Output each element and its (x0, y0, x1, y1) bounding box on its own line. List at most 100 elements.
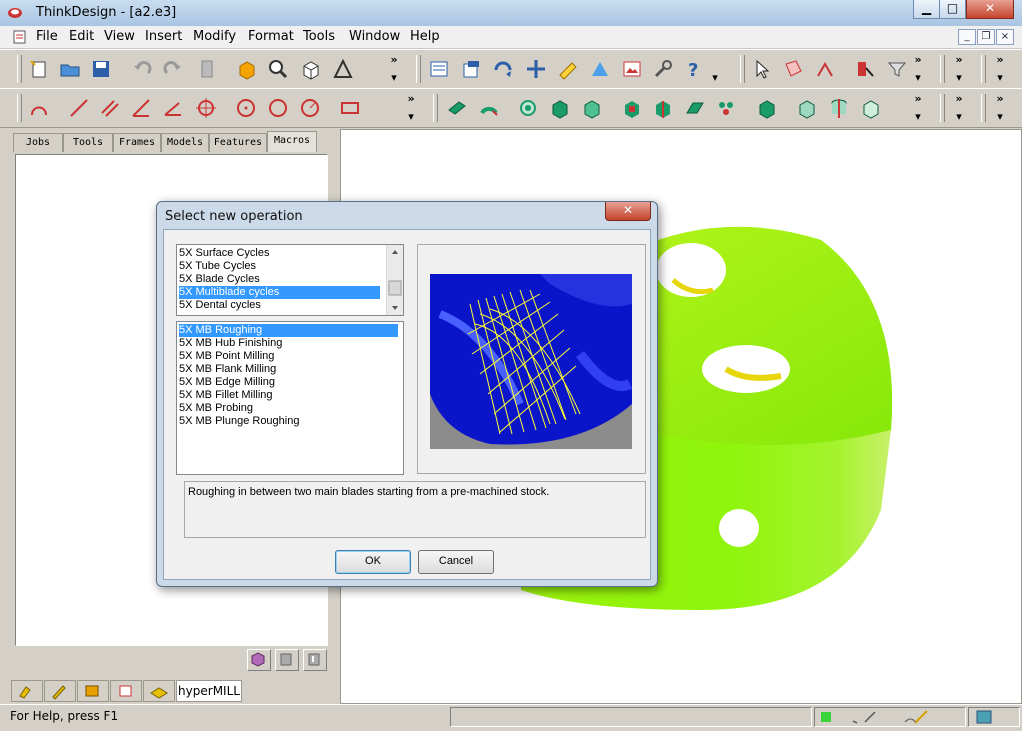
list-item[interactable]: 5X Blade Cycles (179, 273, 260, 286)
select-face-icon[interactable] (782, 58, 804, 80)
list-item[interactable]: 5X MB Flank Milling (179, 363, 276, 376)
list-item[interactable]: 5X MB Plunge Roughing (179, 415, 299, 428)
tab-layers-browser[interactable] (143, 680, 175, 702)
tab-macros[interactable]: Macros (267, 131, 317, 152)
toolbar-grip[interactable] (740, 55, 745, 83)
toolbar-grip[interactable] (981, 55, 986, 83)
toolbar-dropdown[interactable]: ▾ (709, 72, 721, 83)
new-file-icon[interactable] (28, 58, 50, 80)
toolbar-dropdown[interactable]: ▾ (953, 111, 965, 122)
tab-features-browser[interactable] (77, 680, 109, 702)
toolbar-dropdown[interactable]: ▾ (912, 111, 924, 122)
chamfer-solid-icon[interactable] (581, 97, 603, 119)
toolbar-grip[interactable] (981, 94, 986, 122)
toolbar-dropdown[interactable]: ▾ (912, 72, 924, 83)
toolbar-dropdown[interactable]: ▾ (994, 111, 1006, 122)
list-item[interactable]: 5X MB Hub Finishing (179, 337, 282, 350)
crosshair-icon[interactable] (195, 97, 217, 119)
toolbar-grip[interactable] (17, 55, 22, 83)
undo-icon[interactable] (131, 58, 153, 80)
open-folder-icon[interactable] (59, 58, 81, 80)
filter-icon[interactable] (886, 58, 908, 80)
menu-format[interactable]: Format (248, 29, 294, 44)
list-item-selected[interactable]: 5X Multiblade cycles (179, 286, 380, 299)
redo-icon[interactable] (162, 58, 184, 80)
select-object-icon[interactable] (854, 58, 876, 80)
toolbar-chevron[interactable]: » (912, 54, 924, 65)
solid-box-icon[interactable] (236, 58, 258, 80)
pattern-icon[interactable] (716, 97, 738, 119)
menu-file[interactable]: File (36, 29, 58, 44)
pan-view-icon[interactable] (525, 58, 547, 80)
close-button[interactable]: ✕ (966, 0, 1014, 19)
properties-icon[interactable] (428, 58, 450, 80)
category-listbox[interactable]: 5X Surface Cycles 5X Tube Cycles 5X Blad… (176, 244, 404, 316)
menu-window[interactable]: Window (349, 29, 400, 44)
macro-edit-button[interactable] (303, 649, 327, 671)
revolve-icon[interactable] (478, 97, 500, 119)
view-cube-icon[interactable] (300, 58, 322, 80)
toolbar-chevron[interactable]: » (994, 93, 1006, 104)
save-icon[interactable] (90, 58, 112, 80)
minimize-button[interactable]: ▁ (913, 0, 940, 19)
toolbar-grip[interactable] (433, 94, 438, 122)
measure-icon[interactable] (332, 58, 354, 80)
arc-icon[interactable] (299, 97, 321, 119)
menu-view[interactable]: View (104, 29, 135, 44)
menu-modify[interactable]: Modify (193, 29, 236, 44)
toolbar-grip[interactable] (416, 55, 421, 83)
list-item[interactable]: 5X MB Edge Milling (179, 376, 275, 389)
toolbar-grip[interactable] (940, 94, 945, 122)
toolbar-chevron[interactable]: » (953, 54, 965, 65)
line-icon[interactable] (68, 97, 90, 119)
mdi-restore-button[interactable]: ❐ (977, 29, 995, 45)
category-scrollbar[interactable] (386, 245, 403, 315)
tab-hypermill-browser[interactable] (11, 680, 43, 702)
tab-tools[interactable]: Tools (63, 133, 113, 152)
tab-tools-browser[interactable] (44, 680, 76, 702)
wrench-icon[interactable] (652, 58, 674, 80)
solid-edit-icon[interactable] (756, 97, 778, 119)
highlight-icon[interactable] (557, 58, 579, 80)
parallel-lines-icon[interactable] (99, 97, 121, 119)
zoom-icon[interactable] (267, 58, 289, 80)
toolbar-chevron[interactable]: » (405, 93, 417, 104)
tab-models[interactable]: Models (161, 133, 209, 152)
surface-icon[interactable] (684, 97, 706, 119)
cylinder-stock-icon[interactable] (828, 97, 850, 119)
tab-models-browser[interactable] (110, 680, 142, 702)
model-stock-icon[interactable] (860, 97, 882, 119)
angle-line-icon[interactable] (130, 97, 152, 119)
toolbar-dropdown[interactable]: ▾ (953, 72, 965, 83)
curve-icon[interactable] (28, 97, 50, 119)
boolean-icon[interactable] (621, 97, 643, 119)
list-item[interactable]: 5X Dental cycles (179, 299, 261, 312)
mdi-close-button[interactable]: × (996, 29, 1014, 45)
document-icon[interactable] (12, 29, 28, 45)
menu-tools[interactable]: Tools (303, 29, 335, 44)
toolbar-dropdown[interactable]: ▾ (994, 72, 1006, 83)
toolbar-grip[interactable] (17, 94, 22, 122)
maximize-button[interactable]: □ (939, 0, 966, 19)
list-item[interactable]: 5X MB Point Milling (179, 350, 274, 363)
shell-icon[interactable] (517, 97, 539, 119)
tab-frames[interactable]: Frames (113, 133, 161, 152)
list-item[interactable]: 5X MB Fillet Milling (179, 389, 273, 402)
macro-run-button[interactable] (247, 649, 271, 671)
toolbar-dropdown[interactable]: ▾ (388, 72, 400, 83)
list-item-selected[interactable]: 5X MB Roughing (179, 324, 398, 337)
bisector-icon[interactable] (162, 97, 184, 119)
cancel-button[interactable]: Cancel (418, 550, 494, 574)
circle-icon[interactable] (267, 97, 289, 119)
tab-jobs[interactable]: Jobs (13, 133, 63, 152)
dialog-close-button[interactable]: ✕ (605, 202, 651, 221)
list-item[interactable]: 5X Tube Cycles (179, 260, 256, 273)
toolbar-chevron[interactable]: » (388, 54, 400, 65)
menu-insert[interactable]: Insert (145, 29, 182, 44)
split-solid-icon[interactable] (652, 97, 674, 119)
tab-hypermill[interactable]: hyperMILL (176, 680, 242, 702)
stock-icon[interactable] (796, 97, 818, 119)
help-icon[interactable]: ? (683, 58, 705, 80)
rotate-view-icon[interactable] (492, 58, 514, 80)
clipboard-icon[interactable] (196, 58, 218, 80)
